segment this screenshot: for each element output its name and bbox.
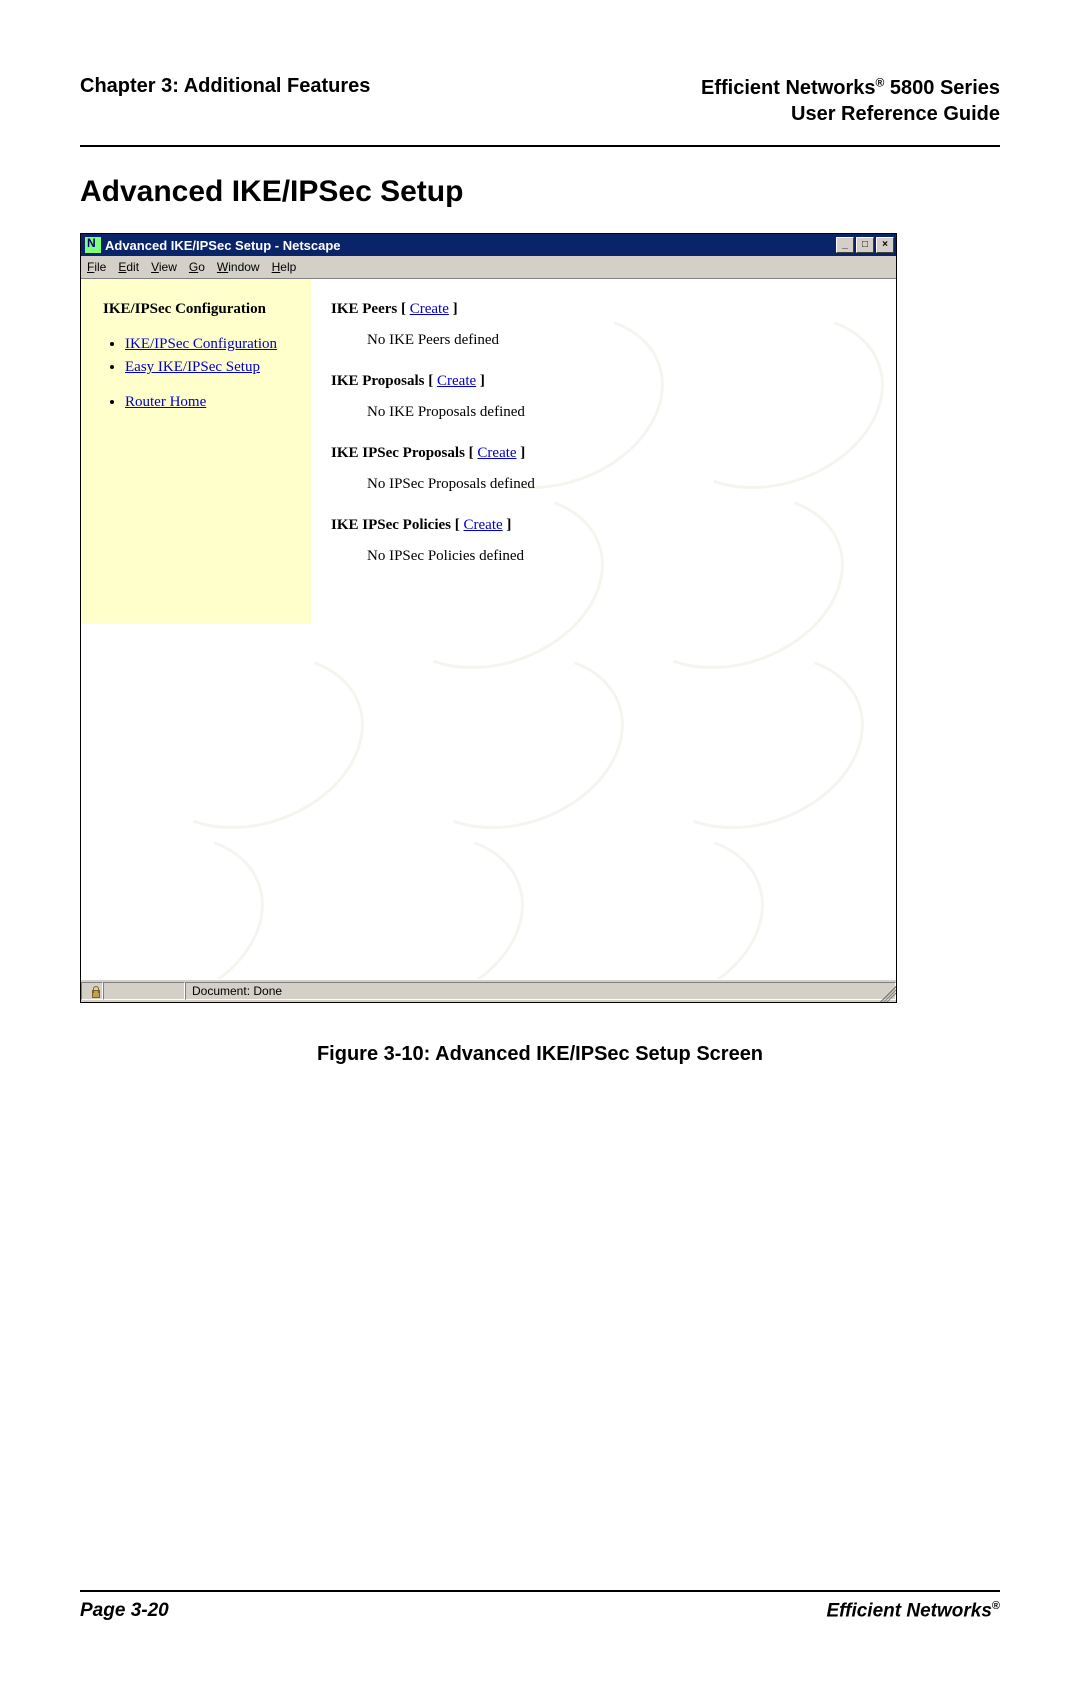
content-area: IKE/IPSec Configuration IKE/IPSec Config… bbox=[81, 279, 896, 979]
main-panel: IKE Peers [ Create ] No IKE Peers define… bbox=[311, 279, 555, 979]
status-bar: Document: Done bbox=[81, 979, 896, 1002]
status-spacer bbox=[103, 982, 185, 1000]
header-rule bbox=[80, 145, 1000, 147]
registered-mark-footer: ® bbox=[992, 1600, 1000, 1612]
close-button[interactable]: × bbox=[876, 237, 894, 253]
doc-subtitle: User Reference Guide bbox=[791, 103, 1000, 125]
status-text: Document: Done bbox=[185, 982, 896, 1000]
series-label: 5800 Series bbox=[884, 77, 1000, 99]
page-header: Chapter 3: Additional Features Efficient… bbox=[80, 75, 1000, 127]
ipsec-policies-empty: No IPSec Policies defined bbox=[367, 548, 535, 565]
minimize-button[interactable]: _ bbox=[836, 237, 854, 253]
ike-peers-empty: No IKE Peers defined bbox=[367, 332, 535, 349]
footer-brand: Efficient Networks® bbox=[826, 1600, 1000, 1622]
window-titlebar: Advanced IKE/IPSec Setup - Netscape _ □ … bbox=[81, 234, 896, 256]
menu-edit[interactable]: Edit bbox=[118, 260, 139, 274]
menu-go[interactable]: Go bbox=[189, 260, 205, 274]
ipsec-proposals-heading: IKE IPSec Proposals [ Create ] bbox=[331, 445, 535, 462]
ipsec-policies-heading: IKE IPSec Policies [ Create ] bbox=[331, 517, 535, 534]
sidebar: IKE/IPSec Configuration IKE/IPSec Config… bbox=[81, 279, 311, 624]
doc-title: Efficient Networks® 5800 Series User Ref… bbox=[701, 75, 1000, 127]
menu-help[interactable]: Help bbox=[272, 260, 297, 274]
menu-bar: File Edit View Go Window Help bbox=[81, 256, 896, 279]
footer-rule bbox=[80, 1590, 1000, 1592]
link-router-home[interactable]: Router Home bbox=[125, 394, 206, 410]
create-ike-peers-link[interactable]: Create bbox=[410, 301, 449, 317]
status-security-cell bbox=[81, 982, 103, 1000]
menu-window[interactable]: Window bbox=[217, 260, 260, 274]
link-ike-config[interactable]: IKE/IPSec Configuration bbox=[125, 336, 277, 352]
figure-caption: Figure 3-10: Advanced IKE/IPSec Setup Sc… bbox=[80, 1043, 1000, 1066]
sidebar-item-router-home: Router Home bbox=[125, 394, 297, 411]
window-title: Advanced IKE/IPSec Setup - Netscape bbox=[105, 238, 341, 253]
create-ike-proposals-link[interactable]: Create bbox=[437, 373, 476, 389]
screenshot-window: Advanced IKE/IPSec Setup - Netscape _ □ … bbox=[80, 233, 897, 1003]
chapter-label: Chapter 3: Additional Features bbox=[80, 75, 370, 98]
link-easy-setup[interactable]: Easy IKE/IPSec Setup bbox=[125, 359, 260, 375]
create-ipsec-policies-link[interactable]: Create bbox=[464, 517, 503, 533]
sidebar-item-ike-config: IKE/IPSec Configuration bbox=[125, 336, 297, 353]
section-heading: Advanced IKE/IPSec Setup bbox=[80, 175, 1000, 209]
sidebar-title: IKE/IPSec Configuration bbox=[103, 301, 297, 318]
page-number: Page 3-20 bbox=[80, 1600, 169, 1622]
menu-view[interactable]: View bbox=[151, 260, 177, 274]
maximize-button[interactable]: □ bbox=[856, 237, 874, 253]
brand-name: Efficient Networks bbox=[701, 77, 875, 99]
create-ipsec-proposals-link[interactable]: Create bbox=[477, 445, 516, 461]
resize-grip-icon[interactable] bbox=[880, 986, 896, 1002]
netscape-icon bbox=[85, 237, 101, 253]
ipsec-proposals-empty: No IPSec Proposals defined bbox=[367, 476, 535, 493]
page-footer: Page 3-20 Efficient Networks® bbox=[80, 1590, 1000, 1622]
sidebar-item-easy-setup: Easy IKE/IPSec Setup bbox=[125, 359, 297, 376]
ike-peers-heading: IKE Peers [ Create ] bbox=[331, 301, 535, 318]
menu-file[interactable]: File bbox=[87, 260, 106, 274]
ike-proposals-heading: IKE Proposals [ Create ] bbox=[331, 373, 535, 390]
ike-proposals-empty: No IKE Proposals defined bbox=[367, 404, 535, 421]
lock-icon bbox=[88, 984, 96, 998]
